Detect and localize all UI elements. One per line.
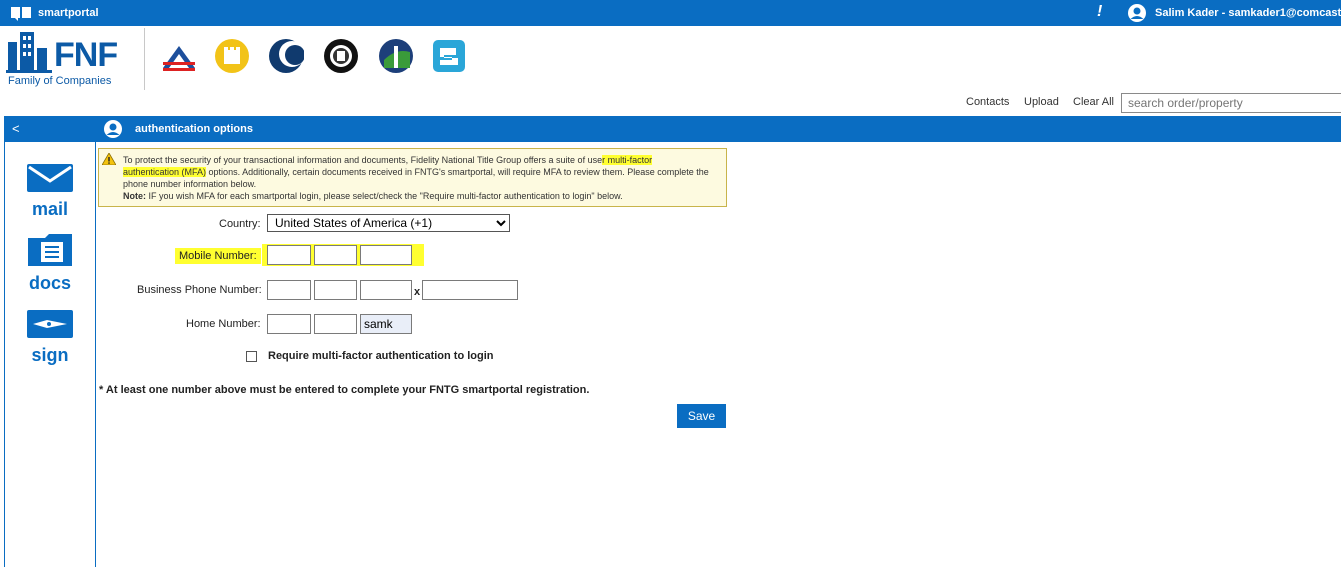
business-extension-input[interactable] [422,280,518,300]
brand-logo-seal[interactable] [323,38,359,74]
docs-icon [28,234,72,266]
contacts-link[interactable]: Contacts [966,96,1009,108]
sidebar: mail docs sign [4,142,96,567]
sidebar-item-docs[interactable]: docs [5,234,95,294]
business-prefix-input[interactable] [314,280,357,300]
notice-highlight: r multi-factor [602,155,653,165]
sidebar-item-sign[interactable]: sign [5,310,95,366]
mobile-line-input[interactable] [360,245,412,265]
warning-icon [101,152,117,168]
home-prefix-input[interactable] [314,314,357,334]
sidebar-item-label: docs [28,273,71,293]
business-phone-label: Business Phone Number: [137,284,262,296]
logo-divider [144,28,145,90]
country-label: Country: [219,218,261,230]
business-line-input[interactable] [360,280,412,300]
clear-all-link[interactable]: Clear All [1073,96,1114,108]
home-number-label: Home Number: [186,318,261,330]
mail-icon [27,164,73,192]
notice-highlight: authentication (MFA) [123,167,207,177]
smartportal-icon [10,5,32,24]
user-name[interactable]: Salim Kader - samkader1@comcast.ne [1155,7,1341,19]
fnf-logo[interactable]: FNF Family of Companies [6,28,130,90]
extension-label: x [414,286,421,298]
notice-text-part: To protect the security of your transact… [123,155,603,165]
fnf-logo-word: FNF [54,36,118,74]
top-bar: smartportal ! Salim Kader - samkader1@co… [0,0,1341,26]
notice-text: To protect the security of your transact… [123,154,723,202]
sign-icon [27,310,73,338]
title-bar: < authentication options [4,116,1341,142]
mfa-notice: To protect the security of your transact… [98,148,727,207]
notice-note-text: IF you wish MFA for each smartportal log… [146,191,623,201]
mobile-label: Mobile Number: [175,248,261,264]
alert-icon[interactable]: ! [1097,3,1102,21]
require-mfa-label[interactable]: Require multi-factor authentication to l… [268,350,494,362]
page-title: authentication options [135,123,253,135]
sidebar-item-mail[interactable]: mail [5,164,95,220]
back-button[interactable]: < [12,121,20,136]
registration-footnote: * At least one number above must be ente… [99,384,590,396]
sidebar-item-label: mail [31,199,69,219]
brand-logo-crescent[interactable] [268,38,304,74]
mobile-prefix-input[interactable] [314,245,357,265]
user-avatar-icon[interactable] [1127,4,1147,25]
brand-logo-castle[interactable] [214,38,250,74]
upload-link[interactable]: Upload [1024,96,1059,108]
country-select[interactable]: United States of America (+1) [267,214,510,232]
home-area-code-input[interactable] [267,314,311,334]
brand-logo-globe[interactable] [378,38,414,74]
sidebar-item-label: sign [31,345,69,365]
business-area-code-input[interactable] [267,280,311,300]
save-button[interactable]: Save [677,404,726,428]
user-avatar-icon [103,120,123,141]
home-line-input[interactable] [360,314,412,334]
fnf-logo-tagline: Family of Companies [8,75,112,87]
notice-note-label: Note: [123,191,146,201]
app-name[interactable]: smartportal [38,7,99,19]
mobile-area-code-input[interactable] [267,245,311,265]
brand-logo-square[interactable] [431,38,467,74]
fnf-building-icon [6,32,52,73]
header: FNF Family of Companies Contacts Upload … [0,26,1341,116]
brand-logo-roof[interactable] [161,38,197,74]
search-input[interactable] [1121,93,1341,113]
notice-text-part: options. Additionally, certain documents… [123,167,709,189]
require-mfa-checkbox[interactable] [246,351,257,362]
